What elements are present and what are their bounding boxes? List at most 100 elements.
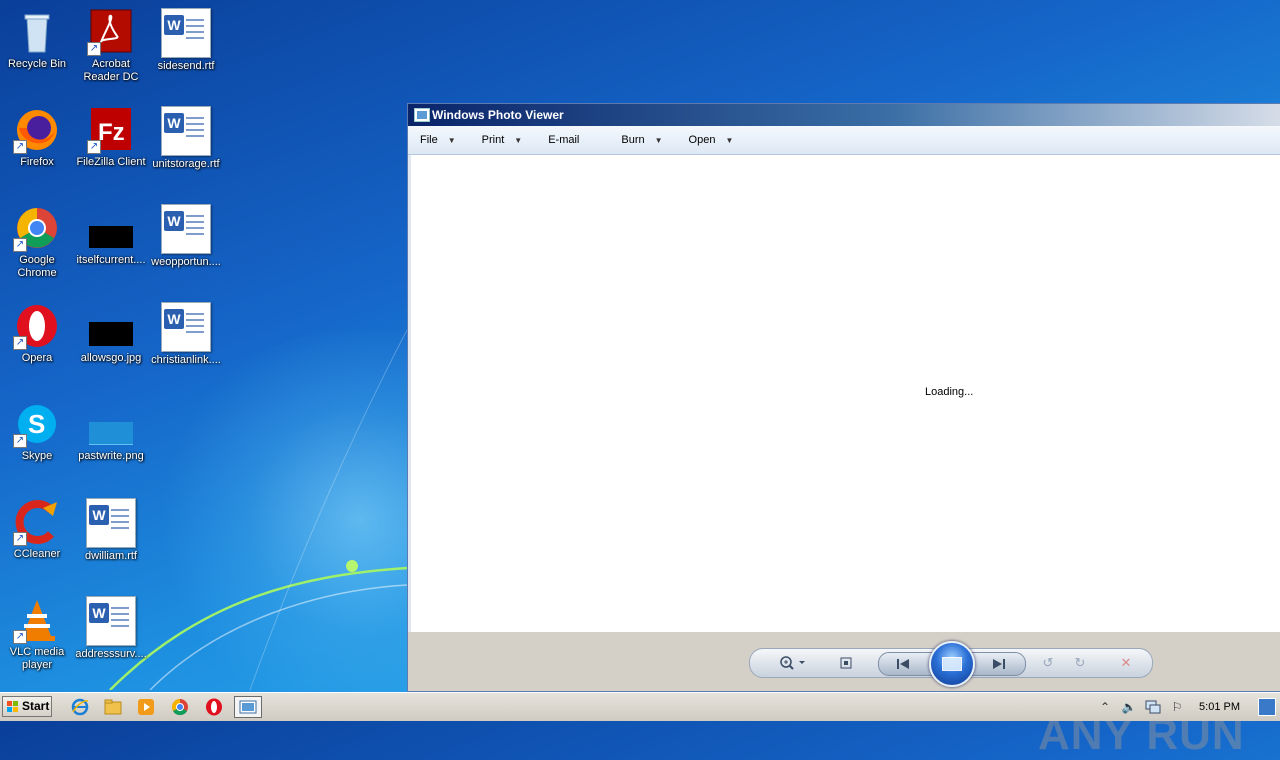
- word-document-icon: W: [161, 302, 211, 352]
- show-desktop-button[interactable]: [1258, 698, 1276, 716]
- desktop-icon-label: unitstorage.rtf: [152, 158, 220, 170]
- action-center-flag-icon[interactable]: ⚐: [1167, 698, 1187, 716]
- desktop-icon-acrobat[interactable]: ↗ Acrobat Reader DC: [74, 4, 148, 96]
- control-area: ↺ ↻ ✕ ANY RUN: [408, 632, 1280, 759]
- desktop-icon-recycle-bin[interactable]: Recycle Bin: [0, 4, 74, 96]
- opera-taskbar-icon[interactable]: [204, 697, 224, 717]
- photo-viewer-app-icon: [414, 108, 430, 122]
- firefox-icon: ↗: [13, 106, 61, 154]
- menu-open-label: Open: [688, 134, 716, 146]
- desktop-icon-itselfcurrent[interactable]: itselfcurrent....: [74, 200, 148, 292]
- desktop-icon-label: weopportun....: [151, 256, 221, 268]
- photo-viewer-window: Windows Photo Viewer File ▼ Print ▼ E-mail…: [407, 103, 1280, 759]
- desktop-icon-filezilla[interactable]: Fz ↗ FileZilla Client: [74, 102, 148, 194]
- skype-icon: S ↗: [13, 400, 61, 448]
- desktop-icon-label: Skype: [21, 450, 53, 462]
- desktop-icon-label: CCleaner: [13, 548, 61, 560]
- network-icon[interactable]: [1143, 698, 1163, 716]
- window-title: Windows Photo Viewer: [432, 108, 564, 122]
- slideshow-icon: [942, 657, 962, 671]
- shortcut-arrow-icon: ↗: [13, 532, 27, 546]
- desktop-icon-addresssurv[interactable]: W addresssurv....: [74, 592, 148, 684]
- word-document-icon: W: [161, 204, 211, 254]
- menu-email-label: E-mail: [548, 134, 580, 146]
- dropdown-arrow-icon: ▼: [514, 135, 523, 145]
- desktop-icon-ccleaner[interactable]: ↗ CCleaner: [0, 494, 74, 586]
- desktop-icon-label: dwilliam.rtf: [85, 550, 137, 562]
- menu-file-label: File: [420, 134, 438, 146]
- taskbar: Start ⌃ 🔈 ⚐ 5:01 PM: [0, 692, 1280, 721]
- actual-size-icon[interactable]: [836, 654, 856, 672]
- shortcut-arrow-icon: ↗: [13, 434, 27, 448]
- media-player-icon[interactable]: [136, 697, 156, 717]
- desktop-icon-label: christianlink....: [151, 354, 221, 366]
- image-viewing-area: Loading...: [411, 155, 1280, 632]
- delete-icon[interactable]: ✕: [1116, 654, 1136, 672]
- desktop-icon-dwilliam[interactable]: W dwilliam.rtf: [74, 494, 148, 586]
- black-image-thumbnail-icon: [87, 302, 135, 350]
- volume-icon[interactable]: 🔈: [1119, 698, 1139, 716]
- desktop-icon-label: Recycle Bin: [7, 58, 67, 70]
- shortcut-arrow-icon: ↗: [13, 630, 27, 644]
- word-document-icon: W: [86, 498, 136, 548]
- rotate-counterclockwise-icon[interactable]: ↺: [1038, 654, 1058, 672]
- word-document-icon: W: [161, 8, 211, 58]
- desktop-icon-christianlink[interactable]: W christianlink....: [149, 298, 223, 390]
- shortcut-arrow-icon: ↗: [13, 140, 27, 154]
- desktop-icon-skype[interactable]: S ↗ Skype: [0, 396, 74, 488]
- opera-icon: ↗: [13, 302, 61, 350]
- filezilla-icon: Fz ↗: [87, 106, 135, 154]
- desktop-icon-label: itselfcurrent....: [76, 254, 146, 266]
- desktop-icon-label: Acrobat Reader DC: [83, 58, 139, 83]
- shortcut-arrow-icon: ↗: [87, 42, 101, 56]
- desktop-icon-allowsgo[interactable]: allowsgo.jpg: [74, 298, 148, 390]
- desktop-icon-sidesend[interactable]: W sidesend.rtf: [149, 4, 223, 96]
- menu-burn[interactable]: Burn ▼: [615, 134, 668, 146]
- vlc-icon: ↗: [13, 596, 61, 644]
- menu-email[interactable]: E-mail: [542, 134, 585, 146]
- desktop-icon-vlc[interactable]: ↗ VLC media player: [0, 592, 74, 684]
- acrobat-icon: ↗: [87, 8, 135, 56]
- windows-logo-icon: [7, 700, 19, 713]
- chrome-taskbar-icon[interactable]: [170, 697, 190, 717]
- next-icon[interactable]: [987, 655, 1011, 673]
- desktop-icon-label: addresssurv....: [75, 648, 147, 660]
- image-thumbnail-icon: [87, 400, 135, 448]
- window-titlebar[interactable]: Windows Photo Viewer: [408, 104, 1280, 126]
- desktop-icon-pastwrite[interactable]: pastwrite.png: [74, 396, 148, 488]
- word-document-icon: W: [86, 596, 136, 646]
- desktop-icon-weopportun[interactable]: W weopportun....: [149, 200, 223, 292]
- zoom-icon[interactable]: [776, 654, 810, 672]
- desktop-icon-firefox[interactable]: ↗ Firefox: [0, 102, 74, 194]
- word-document-icon: W: [161, 106, 211, 156]
- clock[interactable]: 5:01 PM: [1199, 701, 1240, 713]
- menu-burn-label: Burn: [621, 134, 645, 146]
- desktop-icon-unitstorage[interactable]: W unitstorage.rtf: [149, 102, 223, 194]
- dropdown-arrow-icon: ▼: [447, 135, 456, 145]
- desktop-icon-label: FileZilla Client: [76, 156, 146, 168]
- menu-open[interactable]: Open ▼: [683, 134, 740, 146]
- dropdown-arrow-icon: ▼: [725, 135, 734, 145]
- file-explorer-icon[interactable]: [103, 697, 123, 717]
- desktop-icon-label: pastwrite.png: [78, 450, 144, 462]
- shortcut-arrow-icon: ↗: [87, 140, 101, 154]
- playback-control-bar: ↺ ↻ ✕: [749, 641, 1153, 687]
- black-image-thumbnail-icon: [87, 204, 135, 252]
- rotate-clockwise-icon[interactable]: ↻: [1070, 654, 1090, 672]
- chrome-icon: ↗: [13, 204, 61, 252]
- menu-print[interactable]: Print ▼: [476, 134, 529, 146]
- desktop-icon-chrome[interactable]: ↗ Google Chrome: [0, 200, 74, 292]
- photo-viewer-taskbar-button[interactable]: [234, 696, 262, 718]
- desktop-icon-label: allowsgo.jpg: [80, 352, 142, 364]
- menu-file[interactable]: File ▼: [414, 134, 462, 146]
- previous-icon[interactable]: [891, 655, 915, 673]
- desktop-icon-label: sidesend.rtf: [157, 60, 215, 72]
- show-hidden-icons-icon[interactable]: ⌃: [1095, 698, 1115, 716]
- slideshow-button[interactable]: [929, 641, 975, 687]
- ccleaner-icon: ↗: [13, 498, 61, 546]
- internet-explorer-icon[interactable]: [70, 697, 90, 717]
- desktop-icon-opera[interactable]: ↗ Opera: [0, 298, 74, 390]
- desktop-icon-label: VLC media player: [9, 646, 65, 671]
- desktop-icon-label: Google Chrome: [17, 254, 57, 279]
- start-button[interactable]: Start: [2, 696, 52, 717]
